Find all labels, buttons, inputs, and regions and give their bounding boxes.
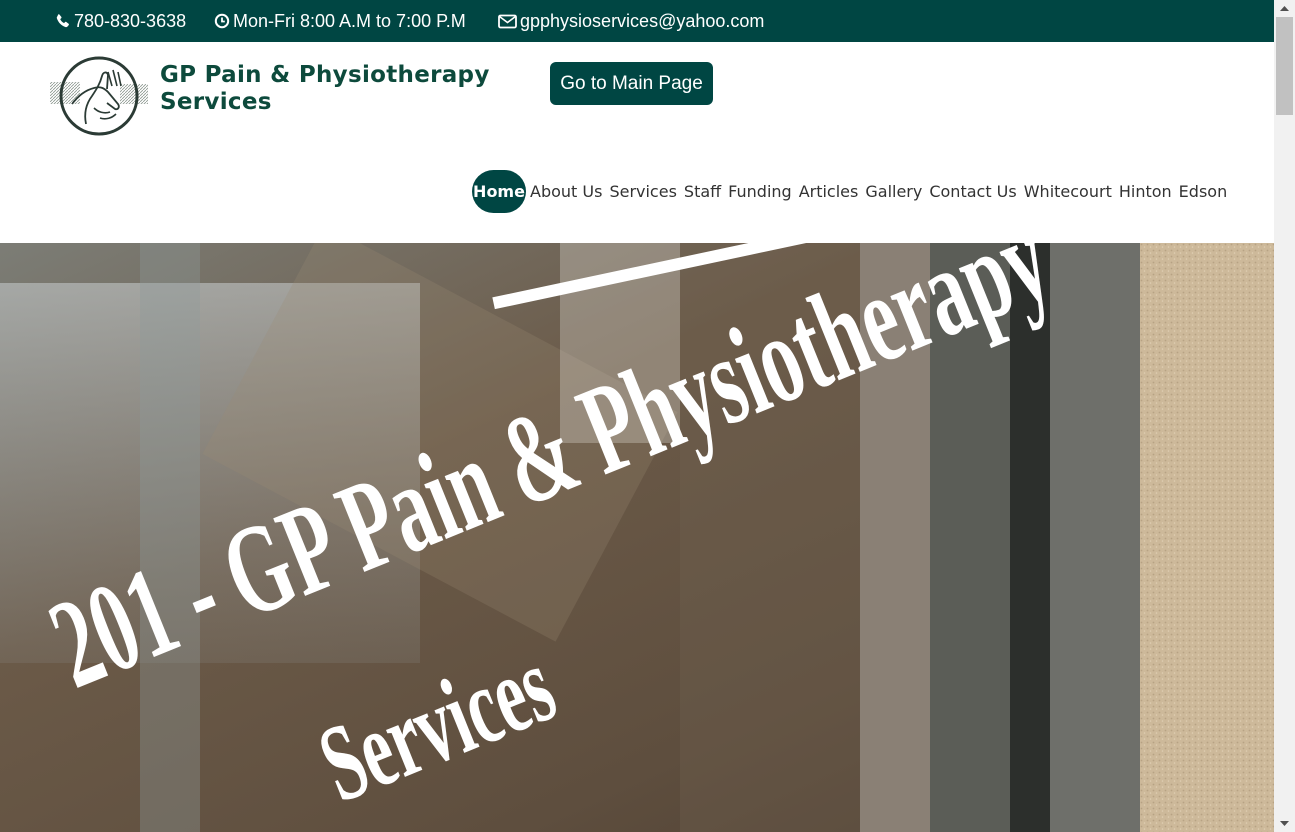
nav-item-edson[interactable]: Edson [1179,182,1228,201]
hands-logo-icon[interactable] [50,54,150,138]
go-to-main-page-button[interactable]: Go to Main Page [550,62,713,105]
hero-banner-image: 201 - GP Pain & Physiotherapy Services [0,243,1274,832]
phone-contact[interactable]: 780-830-3638 [55,0,186,42]
nav-item-articles[interactable]: Articles [799,182,859,201]
email-contact[interactable]: gpphysioservices@yahoo.com [498,0,764,42]
nav-item-services[interactable]: Services [609,182,676,201]
envelope-icon [498,14,517,29]
top-contact-bar: 780-830-3638 Mon-Fri 8:00 A.M to 7:00 P.… [0,0,1274,42]
nav-item-staff[interactable]: Staff [684,182,721,201]
email-address: gpphysioservices@yahoo.com [520,10,765,31]
clock-icon [214,13,230,29]
phone-number: 780-830-3638 [74,10,187,31]
phone-icon [55,13,71,29]
hours-text: Mon-Fri 8:00 A.M to 7:00 P.M [233,10,466,31]
scroll-down-arrow-icon[interactable] [1274,815,1295,832]
logo-title-line2: Services [160,89,272,115]
business-hours: Mon-Fri 8:00 A.M to 7:00 P.M [214,0,466,42]
scroll-up-arrow-icon[interactable] [1274,0,1295,17]
nav-item-whitecourt[interactable]: Whitecourt [1024,182,1112,201]
nav-item-hinton[interactable]: Hinton [1119,182,1172,201]
page: 780-830-3638 Mon-Fri 8:00 A.M to 7:00 P.… [0,0,1295,832]
page-scrollbar[interactable] [1274,0,1295,832]
logo-text[interactable]: GP Pain & Physiotherapy Services [160,62,490,116]
nav-item-about-us[interactable]: About Us [530,182,602,201]
nav-item-contact-us[interactable]: Contact Us [929,182,1016,201]
nav-item-funding[interactable]: Funding [728,182,792,201]
nav-item-home[interactable]: Home [472,170,526,213]
nav-item-gallery[interactable]: Gallery [865,182,922,201]
logo-title-line1: GP Pain & Physiotherapy [160,62,490,88]
main-navigation: Home About Us Services Staff Funding Art… [472,170,1234,213]
scrollbar-thumb[interactable] [1276,17,1293,115]
site-header: GP Pain & Physiotherapy Services Go to M… [0,42,1274,243]
